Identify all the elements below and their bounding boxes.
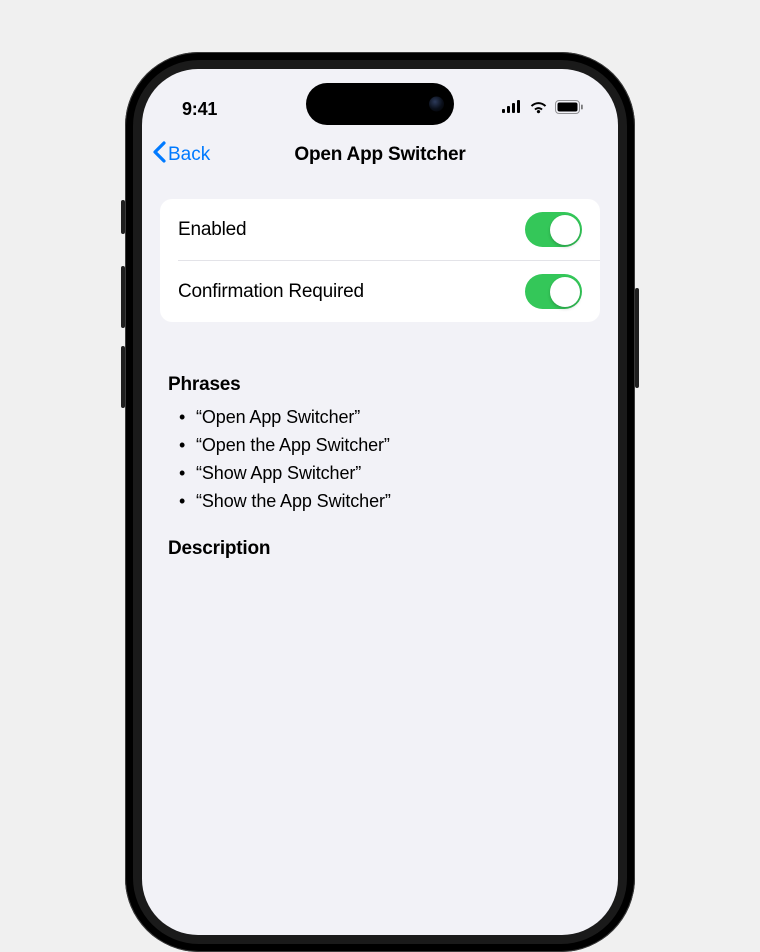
volume-up-button (121, 266, 125, 328)
back-label: Back (168, 144, 210, 166)
phrase-item: “Show the App Switcher” (196, 488, 600, 516)
row-enabled: Enabled (160, 199, 600, 260)
page-title: Open App Switcher (294, 144, 465, 166)
description-header: Description (168, 538, 600, 560)
phrase-item: “Open App Switcher” (196, 404, 600, 432)
row-label-enabled: Enabled (178, 219, 246, 241)
phone-bezel: 9:41 Bac (133, 60, 627, 944)
dynamic-island (306, 83, 454, 125)
content: Enabled Confirmation Required Phrases (142, 179, 618, 560)
status-indicators (502, 100, 584, 119)
switch-enabled[interactable] (525, 212, 582, 247)
chevron-left-icon (152, 141, 166, 169)
battery-icon (555, 100, 584, 119)
front-camera (429, 97, 444, 112)
switch-confirmation[interactable] (525, 274, 582, 309)
wifi-icon (529, 100, 548, 119)
status-time: 9:41 (182, 99, 217, 120)
phrase-item: “Open the App Switcher” (196, 432, 600, 460)
phrases-header: Phrases (168, 374, 600, 396)
screen: 9:41 Bac (142, 69, 618, 935)
row-label-confirmation: Confirmation Required (178, 281, 364, 303)
volume-down-button (121, 346, 125, 408)
switch-knob (550, 215, 580, 245)
phrase-item: “Show App Switcher” (196, 460, 600, 488)
phone-frame: 9:41 Bac (125, 52, 635, 952)
switch-knob (550, 277, 580, 307)
back-button[interactable]: Back (152, 131, 210, 179)
phrases-list: “Open App Switcher” “Open the App Switch… (160, 404, 600, 516)
row-confirmation: Confirmation Required (178, 260, 600, 322)
silence-switch (121, 200, 125, 234)
toggle-group: Enabled Confirmation Required (160, 199, 600, 322)
power-button (635, 288, 639, 388)
cellular-icon (502, 100, 522, 118)
